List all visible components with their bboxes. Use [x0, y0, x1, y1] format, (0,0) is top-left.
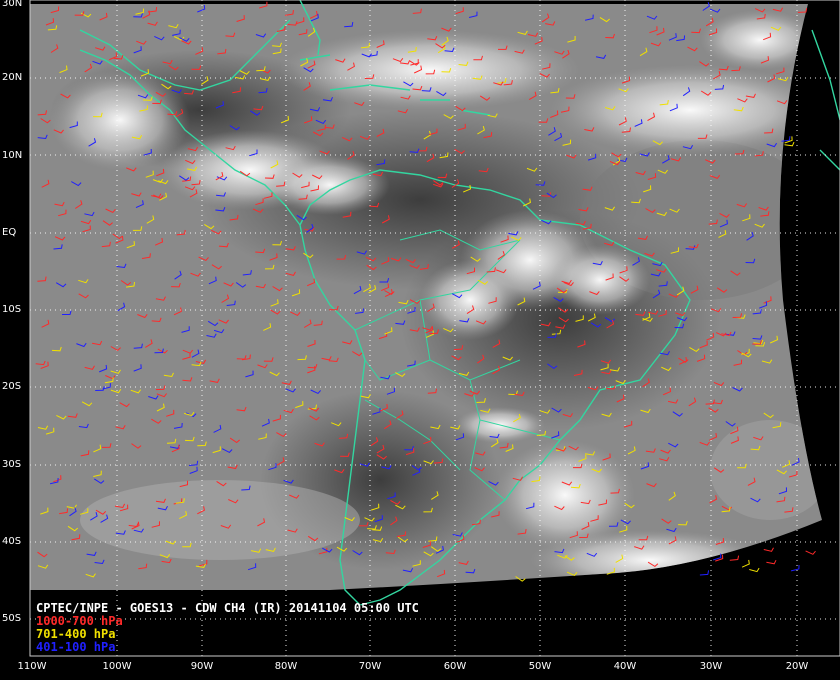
lat-label-eq: EQ: [2, 227, 17, 238]
lat-label-20s: 20S: [2, 381, 22, 392]
lon-label-20w: 20W: [785, 661, 809, 672]
lon-label-50w: 50W: [528, 661, 552, 672]
lon-label-70w: 70W: [358, 661, 382, 672]
lat-label-40s: 40S: [2, 536, 22, 547]
lon-label-30w: 30W: [699, 661, 723, 672]
legend-high-level: 401-100 hPa: [36, 640, 116, 654]
lat-label-30n: 30N: [2, 0, 23, 9]
lon-label-90w: 90W: [190, 661, 214, 672]
lon-label-110w: 110W: [17, 661, 47, 672]
lat-label-10s: 10S: [2, 304, 22, 315]
lon-label-40w: 40W: [613, 661, 637, 672]
lat-label-20n: 20N: [2, 72, 23, 83]
lat-label-50s: 50S: [2, 613, 22, 624]
lon-label-100w: 100W: [102, 661, 132, 672]
lon-label-60w: 60W: [443, 661, 467, 672]
lat-label-10n: 10N: [2, 150, 23, 161]
lon-label-80w: 80W: [274, 661, 298, 672]
map-caption: CPTEC/INPE - GOES13 - CDW CH4 (IR) 20141…: [36, 602, 419, 654]
lat-label-30s: 30S: [2, 459, 22, 470]
satellite-map: [0, 0, 840, 680]
